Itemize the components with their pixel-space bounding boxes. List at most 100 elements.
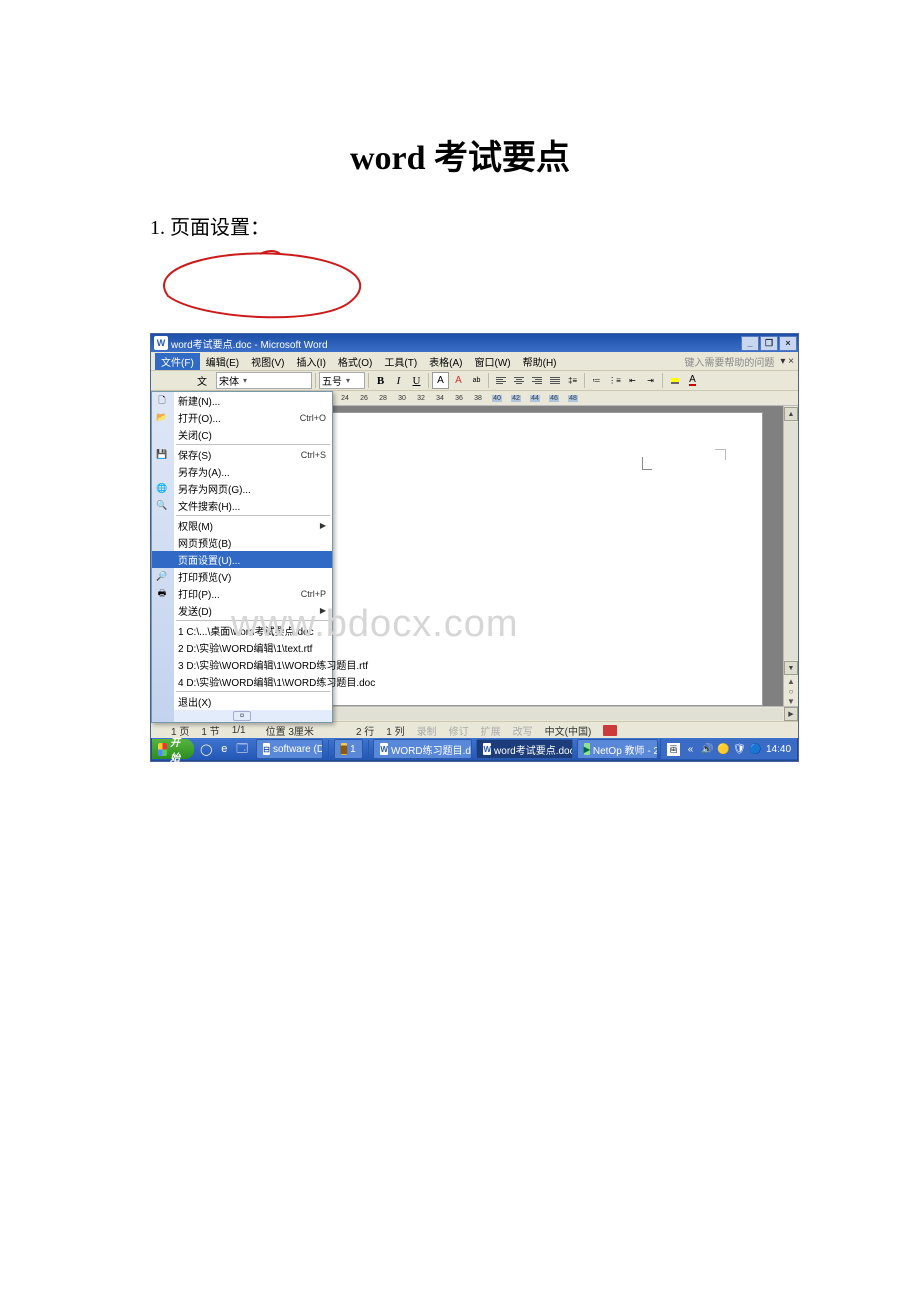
file-menu-item[interactable]: 💾保存(S)Ctrl+S	[152, 446, 332, 463]
quick-launch-icon[interactable]: ◯	[199, 742, 213, 756]
underline-button[interactable]: U	[408, 372, 425, 389]
taskbar-item-netop[interactable]: ▶NetOp 教师 - 206	[577, 739, 658, 759]
tray-icon[interactable]: 🛡	[733, 743, 746, 756]
ruler-tick: 26	[359, 395, 369, 402]
italic-button[interactable]: I	[390, 372, 407, 389]
formatting-toolbar: 文 宋体▾ 五号▾ B I U A A ab ‡≡ ≔ ⋮≡ ⇤	[151, 371, 798, 391]
file-menu-item[interactable]: 退出(X)	[152, 693, 332, 710]
font-color-button[interactable]: A	[684, 372, 701, 389]
file-menu-item[interactable]: 🖶打印(P)...Ctrl+P	[152, 585, 332, 602]
file-menu-item[interactable]: 另存为(A)...	[152, 463, 332, 480]
clock[interactable]: 14:40	[766, 743, 791, 756]
vertical-scrollbar[interactable]: ▲ ▼ ▲ ○ ▼	[783, 406, 798, 706]
menu-item-icon	[155, 695, 169, 708]
menu-item-icon: 🗋	[155, 394, 169, 407]
status-record[interactable]: 录制	[417, 723, 437, 738]
menu-item-label: 新建(N)...	[178, 393, 326, 408]
menu-tools[interactable]: 工具(T)	[378, 353, 423, 370]
status-language[interactable]: 中文(中国)	[545, 723, 592, 738]
file-menu-item[interactable]: 📂打开(O)...Ctrl+O	[152, 409, 332, 426]
menu-item-shortcut: Ctrl+S	[301, 450, 326, 460]
menu-item-label: 关闭(C)	[178, 427, 326, 442]
line-spacing-button[interactable]: ‡≡	[564, 372, 581, 389]
menu-format[interactable]: 格式(O)	[332, 353, 378, 370]
font-value: 宋体	[219, 373, 239, 388]
file-menu-item[interactable]: 🔍文件搜索(H)...	[152, 497, 332, 514]
menu-item-label: 3 D:\实验\WORD编辑\1\WORD练习题目.rtf	[178, 657, 368, 672]
numbered-list-button[interactable]: ≔	[588, 372, 605, 389]
increase-indent-button[interactable]: ⇥	[642, 372, 659, 389]
scroll-down-button[interactable]: ▼	[784, 661, 798, 675]
tray-expand-icon[interactable]: «	[684, 743, 697, 756]
system-tray[interactable]: 画 « 🔊🟡🛡🔵 14:40	[660, 739, 797, 759]
align-right-button[interactable]	[528, 372, 545, 389]
font-size-dropdown[interactable]: 五号▾	[319, 372, 365, 389]
file-menu-item[interactable]: 🔎打印预览(V)	[152, 568, 332, 585]
ime-indicator[interactable]: 画	[667, 743, 680, 756]
status-revise[interactable]: 修订	[449, 723, 469, 738]
menu-window[interactable]: 窗口(W)	[469, 353, 517, 370]
scroll-up-button[interactable]: ▲	[784, 407, 798, 421]
quick-launch-icon[interactable]: e	[217, 742, 231, 756]
menu-item-icon	[155, 675, 169, 688]
file-menu-item[interactable]: 页面设置(U)...	[152, 551, 332, 568]
doc-window-close[interactable]: ▾ ×	[780, 356, 794, 367]
file-menu-item[interactable]: 1 C:\...\桌面\word考试要点.doc	[152, 622, 332, 639]
menu-file[interactable]: 文件(F)	[155, 353, 200, 370]
file-menu-item[interactable]: 🌐另存为网页(G)...	[152, 480, 332, 497]
taskbar-item-doc1[interactable]: WWORD练习题目.doc ...	[373, 739, 472, 759]
title-bar[interactable]: W word考试要点.doc - Microsoft Word _ ❐ ×	[151, 334, 798, 352]
start-button[interactable]: 开始	[152, 739, 194, 759]
menu-table[interactable]: 表格(A)	[423, 353, 468, 370]
menu-expand-button[interactable]: ¤	[152, 710, 332, 722]
file-menu-item[interactable]: 发送(D)▶	[152, 602, 332, 619]
file-menu-item[interactable]: 网页预览(B)	[152, 534, 332, 551]
folder-icon: ▇	[341, 743, 347, 755]
help-search-placeholder[interactable]: 键入需要帮助的问题	[684, 354, 774, 369]
restore-button[interactable]: ❐	[760, 336, 778, 351]
menu-item-label: 另存为(A)...	[178, 464, 326, 479]
minimize-button[interactable]: _	[741, 336, 759, 351]
char-shading-button[interactable]: A	[450, 372, 467, 389]
taskbar-item-drive[interactable]: ⊟software (D:)	[256, 739, 323, 759]
submenu-arrow-icon: ▶	[320, 606, 326, 615]
next-page-button[interactable]: ▼	[785, 696, 797, 706]
file-menu-item[interactable]: 关闭(C)	[152, 426, 332, 443]
quick-launch-icon[interactable]: 🗔	[235, 742, 249, 756]
menu-help[interactable]: 帮助(H)	[517, 353, 563, 370]
bold-button[interactable]: B	[372, 372, 389, 389]
file-menu-item[interactable]: 3 D:\实验\WORD编辑\1\WORD练习题目.rtf	[152, 656, 332, 673]
bulleted-list-button[interactable]: ⋮≡	[606, 372, 623, 389]
font-dropdown[interactable]: 宋体▾	[216, 372, 312, 389]
menu-item-icon	[155, 428, 169, 441]
browse-object-button[interactable]: ○	[785, 686, 797, 696]
taskbar-item-doc2[interactable]: Wword考试要点.doc - ...	[476, 739, 572, 759]
status-extend[interactable]: 扩展	[481, 723, 501, 738]
spellcheck-status-icon[interactable]	[603, 725, 617, 736]
char-border-button[interactable]: A	[432, 372, 449, 389]
menu-item-label: 文件搜索(H)...	[178, 498, 326, 513]
scroll-right-button[interactable]: ▶	[784, 707, 798, 721]
align-center-button[interactable]	[510, 372, 527, 389]
file-menu-item[interactable]: 2 D:\实验\WORD编辑\1\text.rtf	[152, 639, 332, 656]
decrease-indent-button[interactable]: ⇤	[624, 372, 641, 389]
menu-item-icon: 🔎	[155, 570, 169, 583]
file-menu-item[interactable]: 权限(M)▶	[152, 517, 332, 534]
close-button[interactable]: ×	[779, 336, 797, 351]
file-menu-item[interactable]: 4 D:\实验\WORD编辑\1\WORD练习题目.doc	[152, 673, 332, 690]
file-menu-item[interactable]: 🗋 新建(N)...	[152, 392, 332, 409]
menu-item-icon: 🖶	[155, 587, 169, 600]
taskbar-item-folder[interactable]: ▇1	[334, 739, 363, 759]
menu-edit[interactable]: 编辑(E)	[200, 353, 245, 370]
tray-icon[interactable]: 🔊	[701, 743, 714, 756]
status-overwrite[interactable]: 改写	[513, 723, 533, 738]
tray-icon[interactable]: 🟡	[717, 743, 730, 756]
phonetic-guide-button[interactable]: ab	[468, 372, 485, 389]
align-left-button[interactable]	[492, 372, 509, 389]
align-justify-button[interactable]	[546, 372, 563, 389]
highlight-button[interactable]	[666, 372, 683, 389]
tray-icon[interactable]: 🔵	[749, 743, 762, 756]
menu-view[interactable]: 视图(V)	[245, 353, 290, 370]
menu-insert[interactable]: 插入(I)	[290, 353, 331, 370]
prev-page-button[interactable]: ▲	[785, 676, 797, 686]
